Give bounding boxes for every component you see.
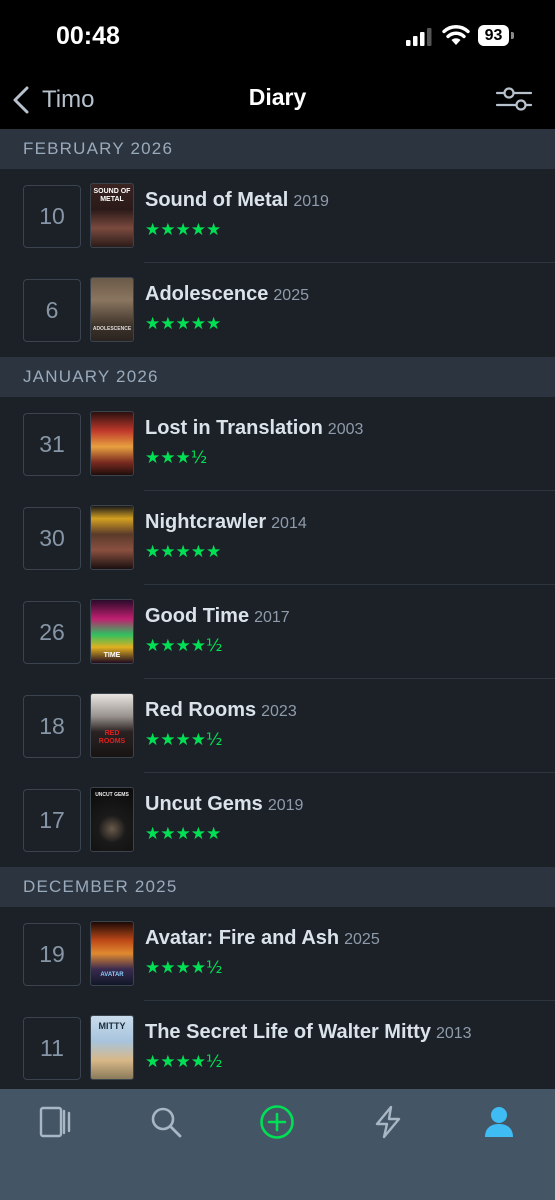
film-title[interactable]: Nightcrawler <box>145 511 266 533</box>
battery-level: 93 <box>478 25 509 46</box>
poster-good-time[interactable]: TIME <box>90 599 134 664</box>
poster-title-text: MITTY <box>98 1021 126 1031</box>
poster-nightcrawler[interactable] <box>90 505 134 570</box>
profile-icon[interactable] <box>481 1104 517 1140</box>
battery-icon: 93 <box>478 25 514 46</box>
poster-red-rooms[interactable]: RED ROOMS <box>90 693 134 758</box>
diary-entry[interactable]: 19 AVATAR Avatar: Fire and Ash 2025 ★★★★½ <box>0 907 555 1001</box>
rating-stars: ★★★★★ <box>145 824 222 844</box>
section-header-january-2026: JANUARY 2026 <box>0 357 555 397</box>
section-header-december-2025: DECEMBER 2025 <box>0 867 555 907</box>
film-title[interactable]: Sound of Metal <box>145 189 288 211</box>
film-year: 2014 <box>271 515 307 532</box>
poster-title-text: UNCUT GEMS <box>95 792 129 798</box>
add-icon[interactable] <box>259 1104 295 1140</box>
rating-stars: ★★★★★ <box>145 314 222 334</box>
film-title[interactable]: Adolescence <box>145 283 268 305</box>
film-year: 2003 <box>327 421 364 438</box>
rating-stars: ★★★★★ <box>145 542 222 562</box>
rating-stars: ★★★★★ <box>145 220 222 240</box>
diary-entry[interactable]: 17 UNCUT GEMS Uncut Gems 2019 ★★★★★ <box>0 773 555 867</box>
cellular-signal-icon <box>406 28 432 46</box>
poster-adolescence[interactable]: ADOLESCENCE <box>90 277 134 342</box>
poster-sound-of-metal[interactable]: SOUND OF METAL <box>90 183 134 248</box>
rating-stars: ★★★★½ <box>145 1052 223 1072</box>
activity-icon[interactable] <box>370 1104 406 1140</box>
poster-avatar-fire-and-ash[interactable]: AVATAR <box>90 921 134 986</box>
diary-entry[interactable]: 31 Lost in Translation 2003 ★★★½ <box>0 397 555 491</box>
film-year: 2023 <box>261 703 297 720</box>
tab-bar <box>0 1089 555 1200</box>
rating-stars: ★★★½ <box>145 448 208 468</box>
film-title[interactable]: Uncut Gems <box>145 793 263 815</box>
diary-entry[interactable]: 6 ADOLESCENCE Adolescence 2025 ★★★★★ <box>0 263 555 357</box>
wifi-icon <box>442 25 470 45</box>
rating-stars: ★★★★½ <box>145 958 223 978</box>
filter-sliders-icon[interactable] <box>494 84 534 114</box>
day-box: 26 <box>23 601 81 664</box>
section-header-february-2026: FEBRUARY 2026 <box>0 129 555 169</box>
day-box: 6 <box>23 279 81 342</box>
film-year: 2025 <box>344 931 380 948</box>
poster-title-text: SOUND OF METAL <box>93 188 131 203</box>
day-box: 17 <box>23 789 81 852</box>
poster-lost-in-translation[interactable] <box>90 411 134 476</box>
day-box: 11 <box>23 1017 81 1080</box>
navigation-bar: Timo Diary <box>0 72 555 129</box>
films-icon[interactable] <box>38 1104 74 1140</box>
film-year: 2013 <box>435 1025 472 1042</box>
film-year: 2019 <box>267 797 304 814</box>
poster-walter-mitty[interactable]: MITTY <box>90 1015 134 1080</box>
diary-entry[interactable]: 26 TIME Good Time 2017 ★★★★½ <box>0 585 555 679</box>
film-title[interactable]: Lost in Translation <box>145 417 323 439</box>
page-title: Diary <box>248 84 307 110</box>
film-title[interactable]: The Secret Life of Walter Mitty <box>145 1021 431 1043</box>
diary-entry[interactable]: 10 SOUND OF METAL Sound of Metal 2019 ★★★… <box>0 169 555 263</box>
day-box: 10 <box>23 185 81 248</box>
day-box: 31 <box>23 413 81 476</box>
poster-title-text: ADOLESCENCE <box>92 326 132 332</box>
status-bar: 00:48 93 <box>0 0 555 72</box>
film-title[interactable]: Red Rooms <box>145 699 256 721</box>
film-title[interactable]: Avatar: Fire and Ash <box>145 927 339 949</box>
poster-title-text: RED ROOMS <box>98 730 126 745</box>
rating-stars: ★★★★½ <box>145 730 223 750</box>
film-year: 2017 <box>254 609 290 626</box>
poster-uncut-gems[interactable]: UNCUT GEMS <box>90 787 134 852</box>
rating-stars: ★★★★½ <box>145 636 223 656</box>
status-time: 00:48 <box>56 22 120 50</box>
day-box: 18 <box>23 695 81 758</box>
film-year: 2025 <box>273 287 309 304</box>
diary-list[interactable]: FEBRUARY 2026 10 SOUND OF METAL Sound of… <box>0 129 555 1089</box>
diary-entry[interactable]: 11 MITTY The Secret Life of Walter Mitty… <box>0 1001 555 1089</box>
film-title[interactable]: Good Time <box>145 605 249 627</box>
day-box: 30 <box>23 507 81 570</box>
film-year: 2019 <box>293 193 329 210</box>
poster-title-text: AVATAR <box>100 972 124 978</box>
search-icon[interactable] <box>148 1104 184 1140</box>
diary-entry[interactable]: 18 RED ROOMS Red Rooms 2023 ★★★★½ <box>0 679 555 773</box>
day-box: 19 <box>23 923 81 986</box>
poster-title-text: TIME <box>103 652 121 659</box>
diary-entry[interactable]: 30 Nightcrawler 2014 ★★★★★ <box>0 491 555 585</box>
